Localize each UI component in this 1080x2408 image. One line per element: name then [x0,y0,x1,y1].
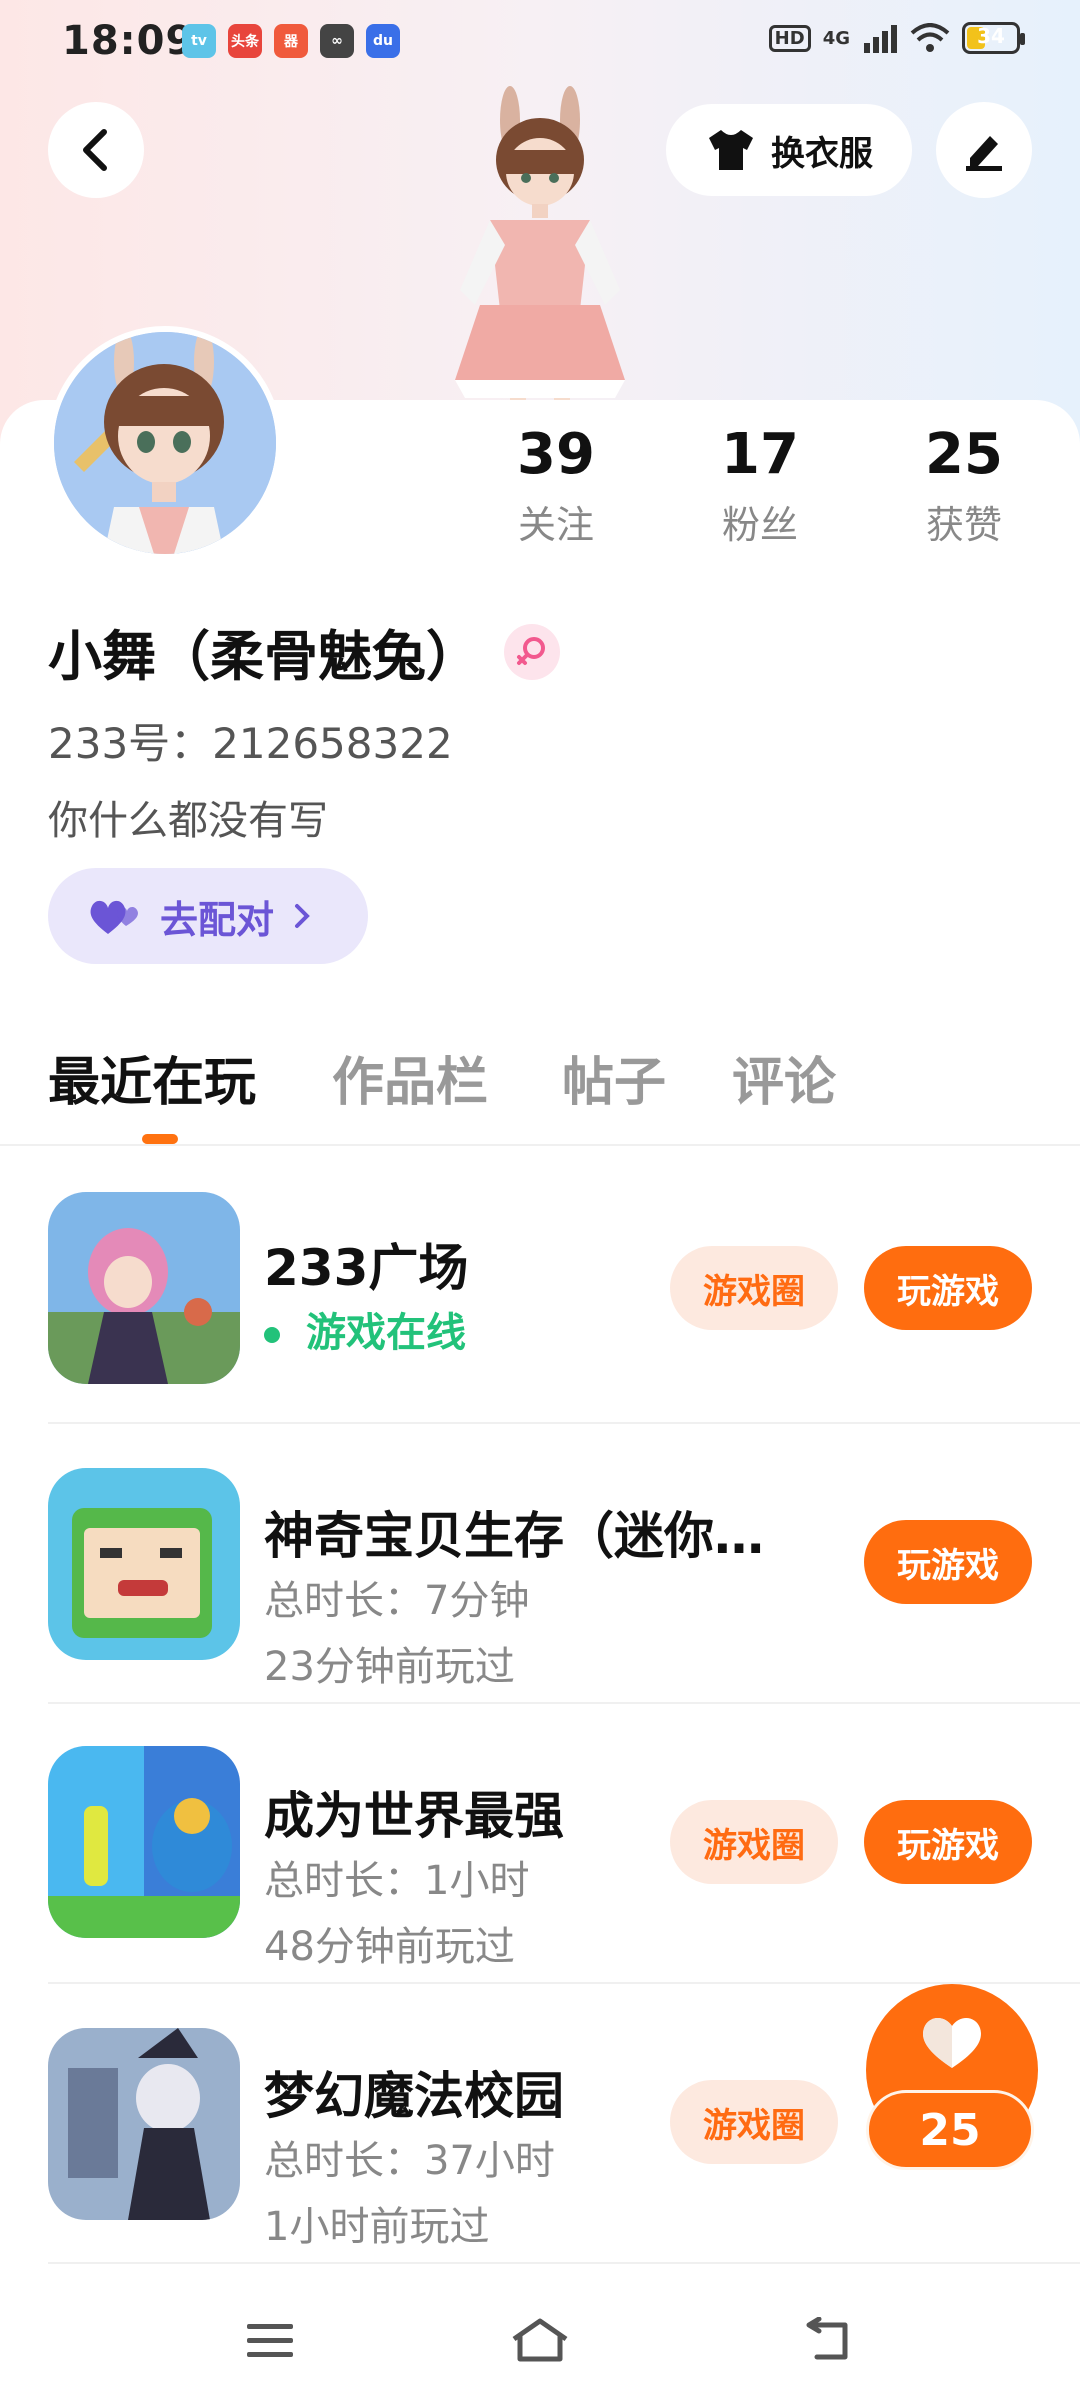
match-label: 去配对 [160,897,275,942]
change-outfit-label: 换衣服 [771,133,873,174]
game-online-status: 游戏在线 [264,1300,466,1358]
status-notification-icons: tv 头条 器 ∞ du [182,24,400,58]
nav-back-button[interactable] [786,2310,866,2370]
game-title: 成为世界最强 [264,1787,564,1845]
game-title: 233广场 [264,1239,469,1297]
user-bio: 你什么都没有写 [48,798,328,844]
active-tab-indicator [142,1134,178,1144]
stat-value: 25 [925,422,1003,487]
chevron-left-icon [83,129,107,171]
pen-icon [966,136,1002,171]
user-id: 233号：212658322 [48,719,453,768]
game-playtime: 总时长：1小时 [264,1858,530,1904]
change-outfit-button[interactable]: 换衣服 [666,104,912,196]
app-notification-icon: du [366,24,400,58]
back-icon [806,2317,848,2360]
signal-icon [864,25,897,53]
game-list-item[interactable]: 成为世界最强 总时长：1小时 48分钟前玩过 游戏圈 玩游戏 [0,1704,1080,1984]
play-game-button[interactable]: 玩游戏 [864,1246,1032,1330]
status-time: 18:09 [62,18,195,64]
back-button[interactable] [48,102,144,198]
status-system-icons: HD 4G 34 [768,22,1025,54]
menu-icon [247,2324,293,2357]
tab-posts[interactable]: 帖子 [562,1040,666,1115]
nickname: 小舞（柔骨魅兔） [48,625,480,688]
edit-profile-button[interactable] [936,102,1032,198]
tshirt-icon [709,130,753,170]
stat-value: 39 [517,422,595,487]
gender-badge [504,623,560,680]
play-game-button[interactable]: 玩游戏 [864,1800,1032,1884]
nickname-row: 小舞（柔骨魅兔） [48,612,560,691]
tabs-divider [0,1144,1080,1146]
app-notification-icon: tv [182,24,216,58]
game-icon [48,2028,240,2220]
stat-label: 获赞 [925,503,1002,547]
avatar-image [54,332,276,554]
avatar[interactable] [48,326,282,560]
stat-value: 17 [721,422,799,487]
game-title: 梦幻魔法校园 [264,2067,564,2125]
game-list-item[interactable]: 233广场 游戏在线 游戏圈 玩游戏 [0,1150,1080,1430]
game-icon [48,1746,240,1938]
network-indicator: 4G [822,27,850,49]
online-label: 游戏在线 [306,1310,466,1356]
game-circle-button[interactable]: 游戏圈 [670,1246,838,1330]
nav-menu-button[interactable] [230,2310,310,2370]
female-icon [517,636,545,665]
app-notification-icon: ∞ [320,24,354,58]
heart-icon [923,2017,981,2068]
game-list-item[interactable]: 神奇宝贝生存（迷你… 总时长：7分钟 23分钟前玩过 玩游戏 [0,1424,1080,1704]
play-game-button[interactable]: 玩游戏 [864,1520,1032,1604]
game-icon [48,1468,240,1660]
game-playtime: 总时长：7分钟 [264,1578,530,1624]
stat-followers[interactable]: 17 粉丝 [690,420,830,549]
stat-label: 关注 [517,503,594,547]
wifi-icon [910,23,950,52]
battery-tip [1020,33,1025,45]
profile-tabs: 最近在玩 作品栏 帖子 评论 [0,1040,1080,1144]
hd-indicator: HD [768,24,811,52]
app-notification-icon: 头条 [228,24,262,58]
status-bar: 18:09 tv 头条 器 ∞ du HD 4G 34 [0,0,1080,84]
tab-works[interactable]: 作品栏 [332,1040,488,1115]
game-circle-button[interactable]: 游戏圈 [670,2080,838,2164]
chevron-right-icon [295,904,310,928]
game-title: 神奇宝贝生存（迷你… [264,1507,764,1565]
stat-following[interactable]: 39 关注 [486,420,626,549]
like-count: 25 [866,2090,1034,2170]
game-circle-button[interactable]: 游戏圈 [670,1800,838,1884]
game-last-played: 1小时前玩过 [264,2204,490,2250]
home-icon [512,2318,568,2362]
online-dot [264,1327,280,1343]
hearts-icon [90,900,138,934]
row-divider [48,2262,1080,2264]
system-navigation-bar [0,2270,1080,2408]
match-button[interactable]: 去配对 [48,868,368,964]
tab-recently-played[interactable]: 最近在玩 [48,1040,256,1115]
game-last-played: 23分钟前玩过 [264,1644,515,1690]
battery-percent: 34 [977,24,1005,48]
battery-icon: 34 [962,22,1025,54]
stat-label: 粉丝 [721,503,798,547]
nav-home-button[interactable] [500,2310,580,2370]
tab-comments[interactable]: 评论 [732,1040,836,1115]
stat-likes[interactable]: 25 获赞 [894,420,1034,549]
app-notification-icon: 器 [274,24,308,58]
game-last-played: 48分钟前玩过 [264,1924,515,1970]
game-icon [48,1192,240,1384]
game-playtime: 总时长：37小时 [264,2138,555,2184]
